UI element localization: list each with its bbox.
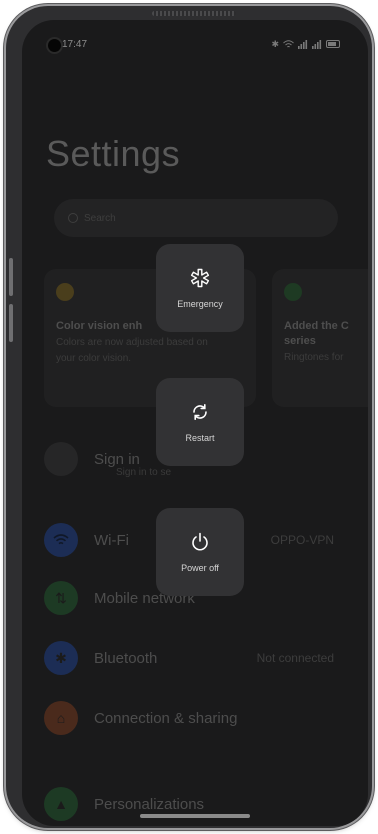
wifi-icon <box>44 523 78 557</box>
settings-row-personalizations[interactable]: ▲ Personalizations <box>44 784 368 824</box>
card-subtitle: Ringtones for <box>284 352 344 363</box>
search-input[interactable]: Search <box>54 199 338 237</box>
bluetooth-value: Not connected <box>256 651 334 665</box>
signal-sim2-icon <box>312 39 322 49</box>
personalizations-icon: ▲ <box>44 787 78 821</box>
power-icon <box>192 532 208 551</box>
search-icon <box>68 213 78 223</box>
status-bar: 17:47 ✱ <box>22 20 368 66</box>
card-subtitle-2: your color vision. <box>56 353 132 364</box>
volume-down-button <box>9 304 13 342</box>
card-subtitle: Colors are now adjusted based on <box>56 337 208 348</box>
restart-button[interactable]: Restart <box>156 378 244 466</box>
search-placeholder: Search <box>84 212 116 224</box>
sign-in-label: Sign in <box>94 450 140 468</box>
settings-row-connection-sharing[interactable]: ⌂ Connection & sharing <box>44 698 368 738</box>
connection-sharing-icon: ⌂ <box>44 701 78 735</box>
ringtone-icon <box>284 283 302 301</box>
emergency-icon <box>190 268 210 288</box>
sign-in-subtitle: Sign in to se <box>116 467 172 478</box>
phone-frame: 17:47 ✱ Settings Search Color vision enh… <box>6 6 372 828</box>
wifi-value: OPPO-VPN <box>270 533 334 547</box>
front-camera <box>48 39 61 52</box>
home-indicator[interactable] <box>140 814 250 818</box>
status-time: 17:47 <box>62 39 88 50</box>
power-off-button[interactable]: Power off <box>156 508 244 596</box>
restart-icon <box>193 404 207 420</box>
bluetooth-status-icon: ✱ <box>271 39 279 49</box>
battery-icon <box>326 40 340 48</box>
volume-up-button <box>9 258 13 296</box>
bluetooth-label: Bluetooth <box>94 649 158 667</box>
connection-sharing-label: Connection & sharing <box>94 709 238 727</box>
restart-label: Restart <box>185 433 215 443</box>
color-vision-icon <box>56 283 74 301</box>
signal-sim1-icon <box>298 39 308 49</box>
emergency-label: Emergency <box>177 299 223 309</box>
suggestion-card-ringtones[interactable]: Added the C series Ringtones for <box>272 269 368 407</box>
bluetooth-icon: ✱ <box>44 641 78 675</box>
status-icons: ✱ <box>271 38 340 50</box>
personalizations-label: Personalizations <box>94 795 205 813</box>
mobile-network-icon: ⇅ <box>44 581 78 615</box>
settings-row-bluetooth[interactable]: ✱ Bluetooth Not connected <box>44 638 368 678</box>
emergency-button[interactable]: Emergency <box>156 244 244 332</box>
earpiece-speaker <box>152 11 236 16</box>
wifi-status-icon <box>283 39 294 47</box>
page-title: Settings <box>46 133 181 174</box>
power-off-label: Power off <box>181 563 219 573</box>
avatar-icon <box>44 442 78 476</box>
card-title: Added the C <box>284 320 349 332</box>
screen: 17:47 ✱ Settings Search Color vision enh… <box>22 20 368 826</box>
wifi-label: Wi-Fi <box>94 531 129 549</box>
card-title-2: series <box>284 335 316 347</box>
